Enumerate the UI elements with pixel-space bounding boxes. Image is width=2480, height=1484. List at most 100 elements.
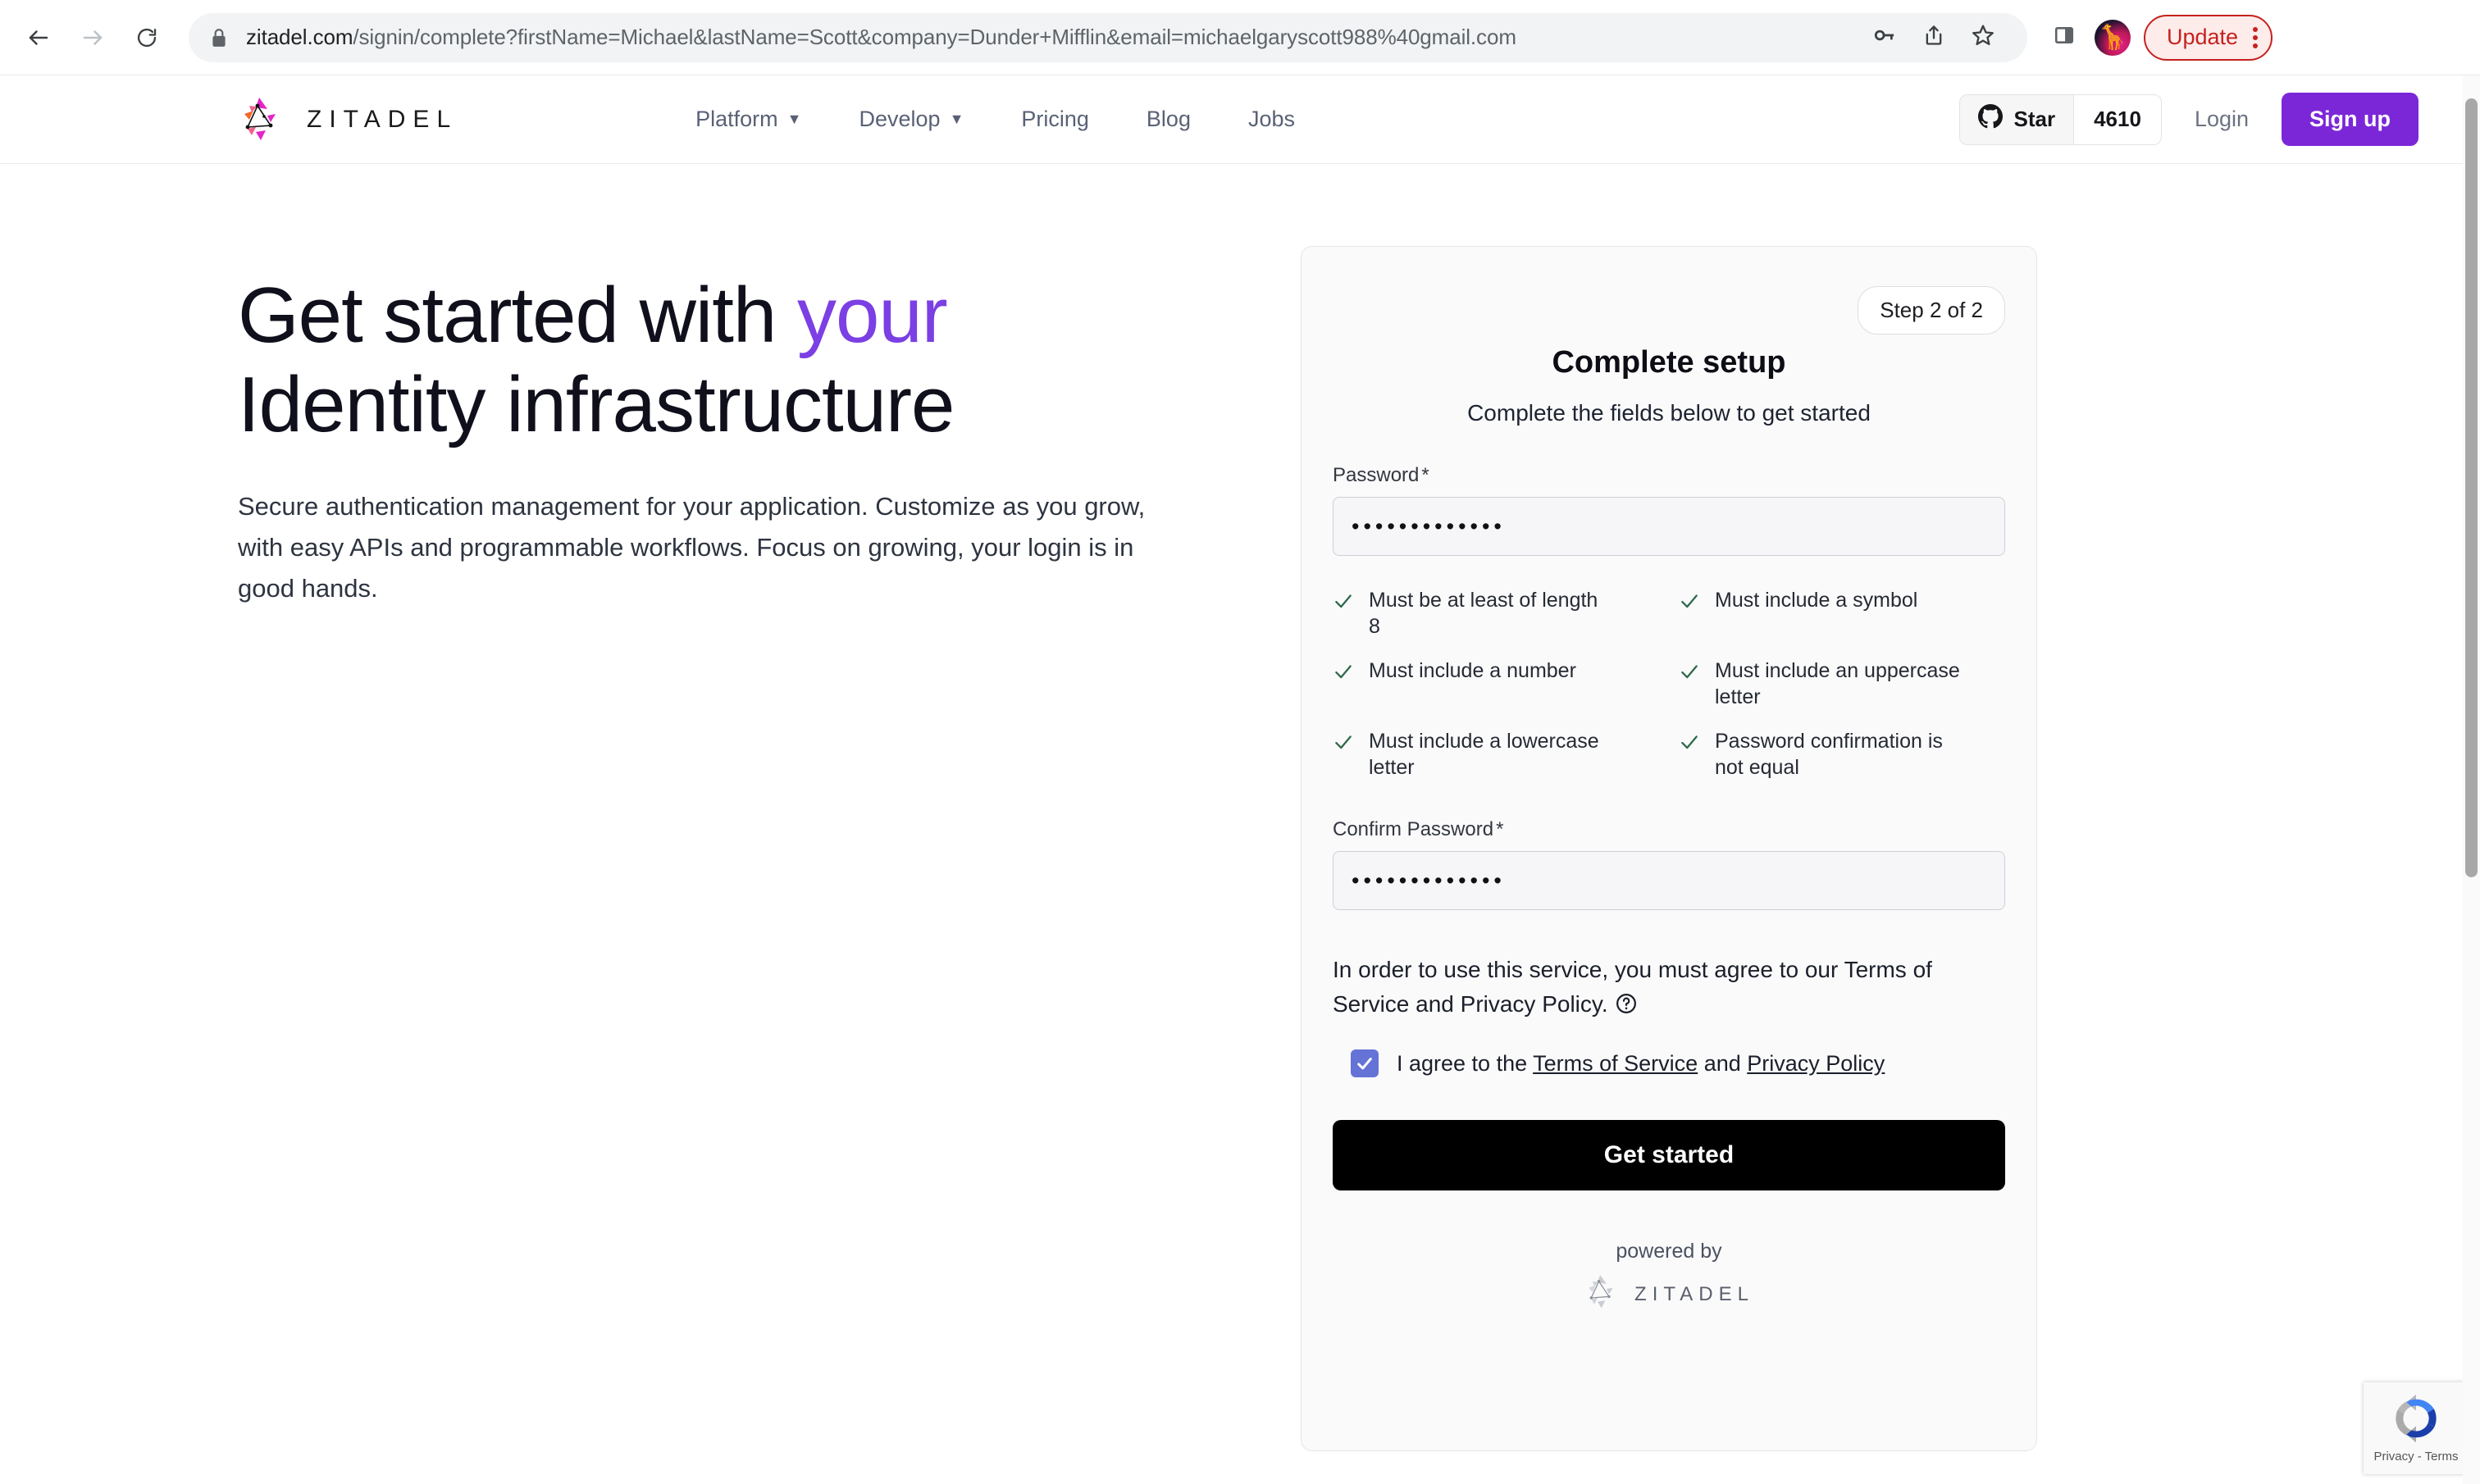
nav-label: Blog — [1147, 107, 1191, 132]
bookmark-button[interactable] — [1960, 15, 2006, 61]
check-icon — [1679, 590, 1700, 616]
url-path: /signin/complete?firstName=Michael&lastN… — [353, 25, 1516, 49]
github-star-count[interactable]: 4610 — [2073, 95, 2161, 144]
forward-arrow-icon — [80, 25, 105, 50]
sidebar-panel-icon — [2054, 25, 2075, 50]
terms-of-service-link[interactable]: Terms of Service — [1533, 1051, 1698, 1076]
required-marker: * — [1496, 818, 1503, 840]
share-button[interactable] — [1911, 15, 1957, 61]
url-host: zitadel.com — [246, 25, 353, 49]
check-icon — [1679, 661, 1700, 686]
sidebar-toggle-button[interactable] — [2042, 16, 2086, 60]
nav-label: Jobs — [1248, 107, 1295, 132]
powered-by-logo: ZITADEL — [1333, 1273, 2005, 1315]
nav-label: Develop — [859, 107, 941, 132]
password-rules-list: Must be at least of length 8 Must includ… — [1333, 587, 2005, 781]
password-rule: Must include a symbol — [1679, 587, 2005, 640]
terms-paragraph: In order to use this service, you must a… — [1333, 953, 2005, 1025]
key-icon — [1873, 24, 1896, 51]
powered-by-label: powered by — [1333, 1240, 2005, 1263]
header-actions: Star 4610 Login Sign up — [1959, 93, 2418, 146]
reload-button[interactable] — [120, 11, 174, 65]
update-button[interactable]: Update — [2144, 15, 2273, 61]
zitadel-logo-grayscale-icon — [1584, 1273, 1623, 1315]
confirm-password-label: Confirm Password* — [1333, 818, 2005, 841]
avatar-giraffe-icon: 🦒 — [2097, 25, 2127, 50]
nav-item-develop[interactable]: Develop ▼ — [859, 107, 964, 132]
recaptcha-badge[interactable]: Privacy - Terms — [2364, 1382, 2469, 1474]
zitadel-logo-icon — [238, 96, 289, 143]
complete-setup-card: Step 2 of 2 Complete setup Complete the … — [1301, 246, 2037, 1451]
three-dot-menu-icon[interactable] — [2253, 27, 2258, 48]
hero-title-part1: Get started with — [238, 271, 797, 359]
agree-checkbox[interactable] — [1351, 1049, 1379, 1077]
agree-and: and — [1698, 1051, 1747, 1076]
card-title: Complete setup — [1333, 345, 2005, 380]
password-rule-text: Must include a number — [1369, 658, 1576, 684]
address-bar[interactable]: zitadel.com/signin/complete?firstName=Mi… — [189, 13, 2027, 62]
nav-label: Pricing — [1021, 107, 1089, 132]
github-star-label: Star — [2014, 107, 2056, 132]
github-icon — [1978, 104, 2003, 134]
hero-title-accent: your — [797, 271, 947, 359]
login-link[interactable]: Login — [2195, 107, 2249, 132]
back-arrow-icon — [26, 25, 51, 50]
url-text: zitadel.com/signin/complete?firstName=Mi… — [246, 25, 1516, 50]
star-icon — [1971, 23, 1995, 52]
omnibox-actions — [1862, 15, 2006, 61]
step-badge: Step 2 of 2 — [1858, 286, 2005, 335]
check-icon — [1333, 661, 1354, 686]
back-button[interactable] — [11, 11, 66, 65]
password-rule: Password confirmation is not equal — [1679, 728, 2005, 781]
recaptcha-icon — [2391, 1393, 2441, 1448]
github-star-button[interactable]: Star 4610 — [1959, 94, 2162, 145]
chrome-right-actions: 🦒 Update — [2042, 15, 2284, 61]
confirm-password-label-text: Confirm Password — [1333, 818, 1493, 840]
password-rule-text: Must include a lowercase letter — [1369, 728, 1615, 781]
confirm-password-input[interactable]: ••••••••••••• — [1333, 851, 2005, 910]
password-rule-text: Must include a symbol — [1715, 587, 1917, 613]
card-subtitle: Complete the fields below to get started — [1333, 400, 2005, 426]
privacy-policy-link[interactable]: Privacy Policy — [1747, 1051, 1885, 1076]
page-title: Get started with your Identity infrastru… — [238, 271, 1165, 450]
site-logo[interactable]: ZITADEL — [238, 96, 458, 143]
forward-button[interactable] — [66, 11, 120, 65]
check-icon — [1679, 731, 1700, 757]
nav-label: Platform — [695, 107, 778, 132]
recaptcha-text: Privacy - Terms — [2373, 1450, 2458, 1464]
scrollbar-thumb[interactable] — [2465, 98, 2478, 877]
hero-section: Get started with your Identity infrastru… — [238, 271, 1165, 610]
chevron-down-icon: ▼ — [950, 111, 964, 128]
password-rule-text: Must be at least of length 8 — [1369, 587, 1615, 640]
share-icon — [1922, 24, 1945, 51]
avatar[interactable]: 🦒 — [2095, 20, 2131, 56]
password-manager-button[interactable] — [1862, 15, 1908, 61]
nav-item-pricing[interactable]: Pricing — [1021, 107, 1089, 132]
password-rule-text: Password confirmation is not equal — [1715, 728, 1961, 781]
password-input[interactable]: ••••••••••••• — [1333, 497, 2005, 556]
nav-item-jobs[interactable]: Jobs — [1248, 107, 1295, 132]
browser-chrome: zitadel.com/signin/complete?firstName=Mi… — [0, 0, 2480, 75]
update-label: Update — [2167, 25, 2238, 50]
nav-item-platform[interactable]: Platform ▼ — [695, 107, 801, 132]
password-rule: Must include a lowercase letter — [1333, 728, 1659, 781]
browser-nav-buttons — [11, 11, 174, 65]
powered-by-logo-text: ZITADEL — [1634, 1283, 1754, 1306]
reload-icon — [135, 26, 158, 49]
site-header: ZITADEL Platform ▼ Develop ▼ Pricing Blo… — [0, 75, 2463, 164]
github-star-left[interactable]: Star — [1960, 95, 2074, 144]
password-label-text: Password — [1333, 464, 1419, 486]
check-icon — [1333, 731, 1354, 757]
question-mark-circle-icon[interactable] — [1615, 990, 1638, 1025]
scrollbar-track[interactable] — [2463, 75, 2480, 1484]
password-rule: Must include an uppercase letter — [1679, 658, 2005, 710]
nav-item-blog[interactable]: Blog — [1147, 107, 1191, 132]
agree-row: I agree to the Terms of Service and Priv… — [1333, 1049, 2005, 1077]
password-rule: Must include a number — [1333, 658, 1659, 710]
hero-paragraph: Secure authentication management for you… — [238, 486, 1152, 610]
lock-icon — [210, 27, 228, 48]
signup-button[interactable]: Sign up — [2282, 93, 2418, 146]
password-label: Password* — [1333, 464, 2005, 487]
get-started-button[interactable]: Get started — [1333, 1120, 2005, 1190]
password-value: ••••••••••••• — [1352, 516, 1506, 538]
